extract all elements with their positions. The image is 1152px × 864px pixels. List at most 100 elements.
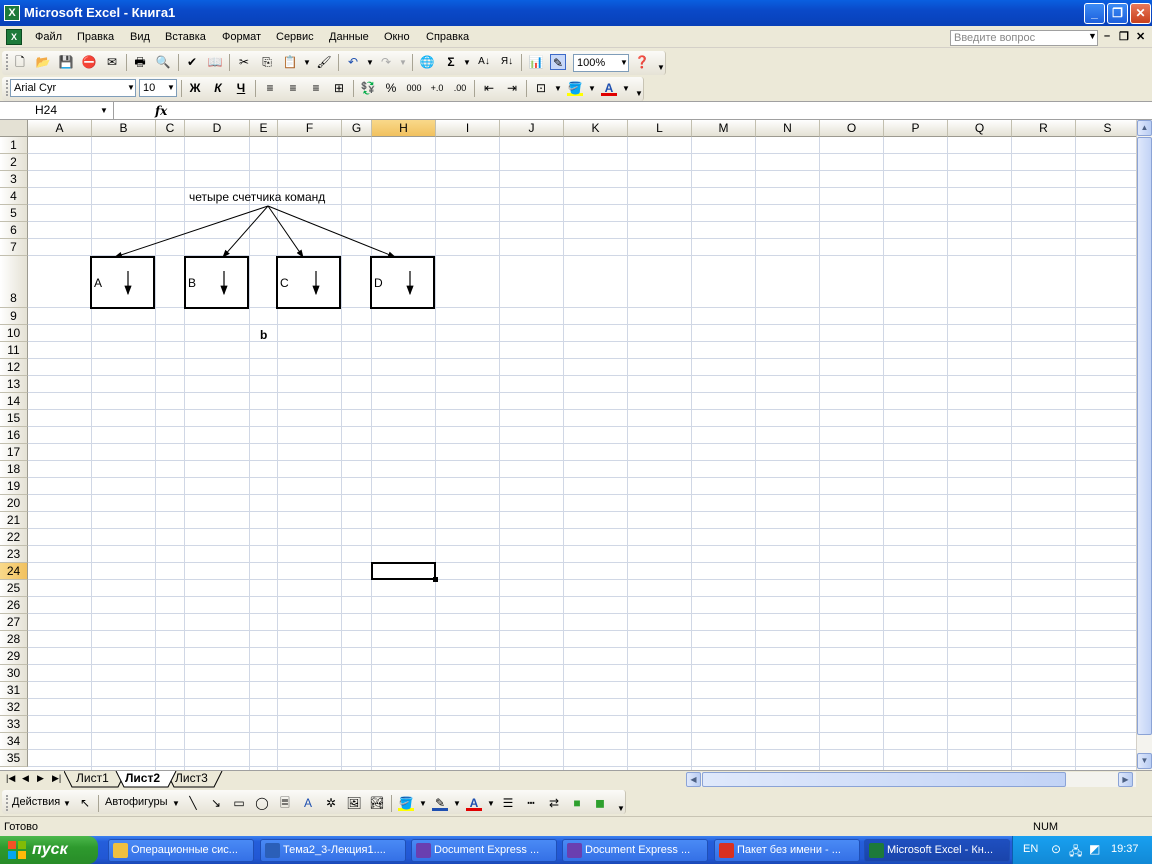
help-dropdown-icon[interactable]: ▼ bbox=[1088, 31, 1097, 41]
taskbar-item-2[interactable]: Тема2_3-Лекция1.... bbox=[260, 839, 406, 862]
sort-descending-icon[interactable]: Я↓ bbox=[499, 54, 515, 70]
sheet-tab-2-active[interactable]: Лист2 bbox=[125, 771, 160, 787]
diagram-arrow-4[interactable] bbox=[267, 205, 396, 258]
arrow-style-icon[interactable]: ⇄ bbox=[546, 795, 562, 811]
minimize-button[interactable]: _ bbox=[1084, 3, 1105, 24]
decrease-indent-icon[interactable]: ⇤ bbox=[481, 80, 497, 96]
format-painter-icon[interactable]: 🖌 bbox=[316, 54, 332, 70]
borders-icon[interactable]: ⊡ bbox=[533, 80, 549, 96]
maximize-button[interactable]: ❐ bbox=[1107, 3, 1128, 24]
percent-button[interactable]: % bbox=[383, 80, 399, 96]
tray-expand-icon[interactable]: ⊙ bbox=[1051, 842, 1061, 856]
horizontal-scrollbar[interactable]: ◀ ▶ bbox=[686, 772, 1136, 787]
line-icon[interactable]: ╲ bbox=[185, 795, 201, 811]
scroll-up-icon[interactable]: ▲ bbox=[1137, 120, 1152, 136]
autosum-dropdown-icon[interactable]: ▼ bbox=[463, 58, 471, 67]
worksheet-grid[interactable]: A B C D E F G H I J K L M N O P Q R S 1 2 3 4 5 6 7 8 9 10 11 12 13 14 15… bbox=[0, 120, 1136, 770]
toolbar-grip[interactable] bbox=[6, 54, 9, 70]
diagram-icon[interactable]: ✲ bbox=[323, 795, 339, 811]
toolbar-grip[interactable] bbox=[6, 80, 9, 96]
decrease-decimal-icon[interactable]: .00 bbox=[452, 80, 468, 96]
close-button[interactable]: ✕ bbox=[1130, 3, 1151, 24]
undo-dropdown-icon[interactable]: ▼ bbox=[366, 58, 374, 67]
currency-icon[interactable]: 💱 bbox=[360, 80, 376, 96]
fill-color-icon[interactable]: 🪣 bbox=[567, 80, 583, 96]
toolbar-options-icon[interactable]: ▼ bbox=[617, 804, 625, 813]
taskbar-item-6[interactable]: Microsoft Excel - Кн... bbox=[864, 839, 1010, 862]
taskbar-item-1[interactable]: Операционные сис... bbox=[108, 839, 254, 862]
thousands-separator-button[interactable]: 000 bbox=[406, 80, 422, 96]
font-size-dropdown-icon[interactable]: ▼ bbox=[167, 83, 175, 92]
merge-center-icon[interactable]: ⊞ bbox=[331, 80, 347, 96]
dash-style-icon[interactable]: ┅ bbox=[523, 795, 539, 811]
font-color-draw-dropdown-icon[interactable]: ▼ bbox=[487, 799, 495, 808]
clipart-icon[interactable]: 🖼 bbox=[346, 795, 362, 811]
menu-view[interactable]: Вид bbox=[130, 31, 150, 43]
hyperlink-icon[interactable]: 🌐 bbox=[419, 54, 435, 70]
sort-ascending-icon[interactable]: A↓ bbox=[476, 54, 492, 70]
open-folder-icon[interactable]: 📂 bbox=[35, 54, 51, 70]
menu-help[interactable]: Справка bbox=[426, 31, 469, 43]
menu-insert[interactable]: Вставка bbox=[165, 31, 206, 43]
3d-style-icon[interactable]: ◼ bbox=[592, 795, 608, 811]
scroll-right-icon[interactable]: ▶ bbox=[1118, 772, 1133, 787]
align-right-icon[interactable]: ≡ bbox=[308, 80, 324, 96]
align-left-icon[interactable]: ≡ bbox=[262, 80, 278, 96]
paste-dropdown-icon[interactable]: ▼ bbox=[303, 58, 311, 67]
name-box[interactable]: H24 bbox=[0, 102, 114, 120]
shadow-style-icon[interactable]: ■ bbox=[569, 795, 585, 811]
autoshapes-menu[interactable]: Автофигуры bbox=[105, 796, 168, 808]
excel-icon[interactable]: X bbox=[4, 5, 20, 21]
drawing-icon[interactable]: ✎ bbox=[550, 54, 566, 70]
sheet-tab-3[interactable]: Лист3 bbox=[175, 771, 208, 787]
research-icon[interactable]: 📖 bbox=[207, 54, 223, 70]
paste-icon[interactable]: 📋 bbox=[282, 54, 298, 70]
network-icon[interactable]: 🖧 bbox=[1069, 842, 1082, 863]
zoom-dropdown-icon[interactable]: ▼ bbox=[620, 58, 628, 67]
menu-data[interactable]: Данные bbox=[329, 31, 369, 43]
save-icon[interactable]: 💾 bbox=[58, 54, 74, 70]
vertical-scrollbar[interactable]: ▲ ▼ bbox=[1136, 120, 1152, 770]
toolbar-options-icon[interactable]: ▼ bbox=[635, 89, 643, 98]
language-indicator[interactable]: EN bbox=[1023, 843, 1038, 855]
actions-dropdown-icon[interactable]: ▼ bbox=[63, 799, 71, 808]
arrow-icon[interactable]: ↘ bbox=[208, 795, 224, 811]
menu-format[interactable]: Формат bbox=[222, 31, 261, 43]
fill-color-dropdown-icon[interactable]: ▼ bbox=[588, 84, 596, 93]
diagram-drawing[interactable] bbox=[0, 120, 1136, 770]
help-icon[interactable]: ❓ bbox=[634, 54, 650, 70]
redo-dropdown-icon[interactable]: ▼ bbox=[399, 58, 407, 67]
menu-edit[interactable]: Правка bbox=[77, 31, 114, 43]
formula-input[interactable] bbox=[172, 104, 1132, 118]
prev-sheet-icon[interactable]: ◀ bbox=[22, 773, 29, 784]
font-color-icon[interactable]: A bbox=[601, 80, 617, 96]
permission-icon[interactable]: ⛔ bbox=[81, 54, 97, 70]
menu-file[interactable]: Файл bbox=[35, 31, 62, 43]
insert-function-button[interactable]: fx bbox=[155, 104, 167, 118]
scroll-left-icon[interactable]: ◀ bbox=[686, 772, 701, 787]
rectangle-icon[interactable]: ▭ bbox=[231, 795, 247, 811]
chart-wizard-icon[interactable]: 📊 bbox=[528, 54, 544, 70]
fill-color-draw-dropdown-icon[interactable]: ▼ bbox=[419, 799, 427, 808]
line-color-icon[interactable]: ✎ bbox=[432, 795, 448, 811]
increase-indent-icon[interactable]: ⇥ bbox=[504, 80, 520, 96]
actions-menu[interactable]: Действия bbox=[12, 796, 60, 808]
textbox-icon[interactable]: 🗏 bbox=[277, 795, 293, 811]
autoshapes-dropdown-icon[interactable]: ▼ bbox=[172, 799, 180, 808]
line-style-icon[interactable]: ☰ bbox=[500, 795, 516, 811]
doc-close-button[interactable]: ✕ bbox=[1136, 30, 1145, 43]
font-name-dropdown-icon[interactable]: ▼ bbox=[127, 83, 135, 92]
next-sheet-icon[interactable]: ▶ bbox=[37, 773, 44, 784]
last-sheet-icon[interactable]: ▶| bbox=[52, 773, 61, 784]
print-icon[interactable]: 🖶 bbox=[132, 54, 148, 70]
scroll-down-icon[interactable]: ▼ bbox=[1137, 753, 1152, 769]
line-color-dropdown-icon[interactable]: ▼ bbox=[453, 799, 461, 808]
new-document-icon[interactable]: 🗋 bbox=[12, 54, 28, 70]
spelling-icon[interactable]: ✔ bbox=[184, 54, 200, 70]
diagram-arrow-3[interactable] bbox=[267, 205, 304, 258]
email-icon[interactable]: ✉ bbox=[104, 54, 120, 70]
workbook-icon[interactable]: X bbox=[6, 29, 22, 45]
taskbar-item-4[interactable]: Document Express ... bbox=[562, 839, 708, 862]
borders-dropdown-icon[interactable]: ▼ bbox=[554, 84, 562, 93]
font-color-draw-icon[interactable]: A bbox=[466, 795, 482, 811]
